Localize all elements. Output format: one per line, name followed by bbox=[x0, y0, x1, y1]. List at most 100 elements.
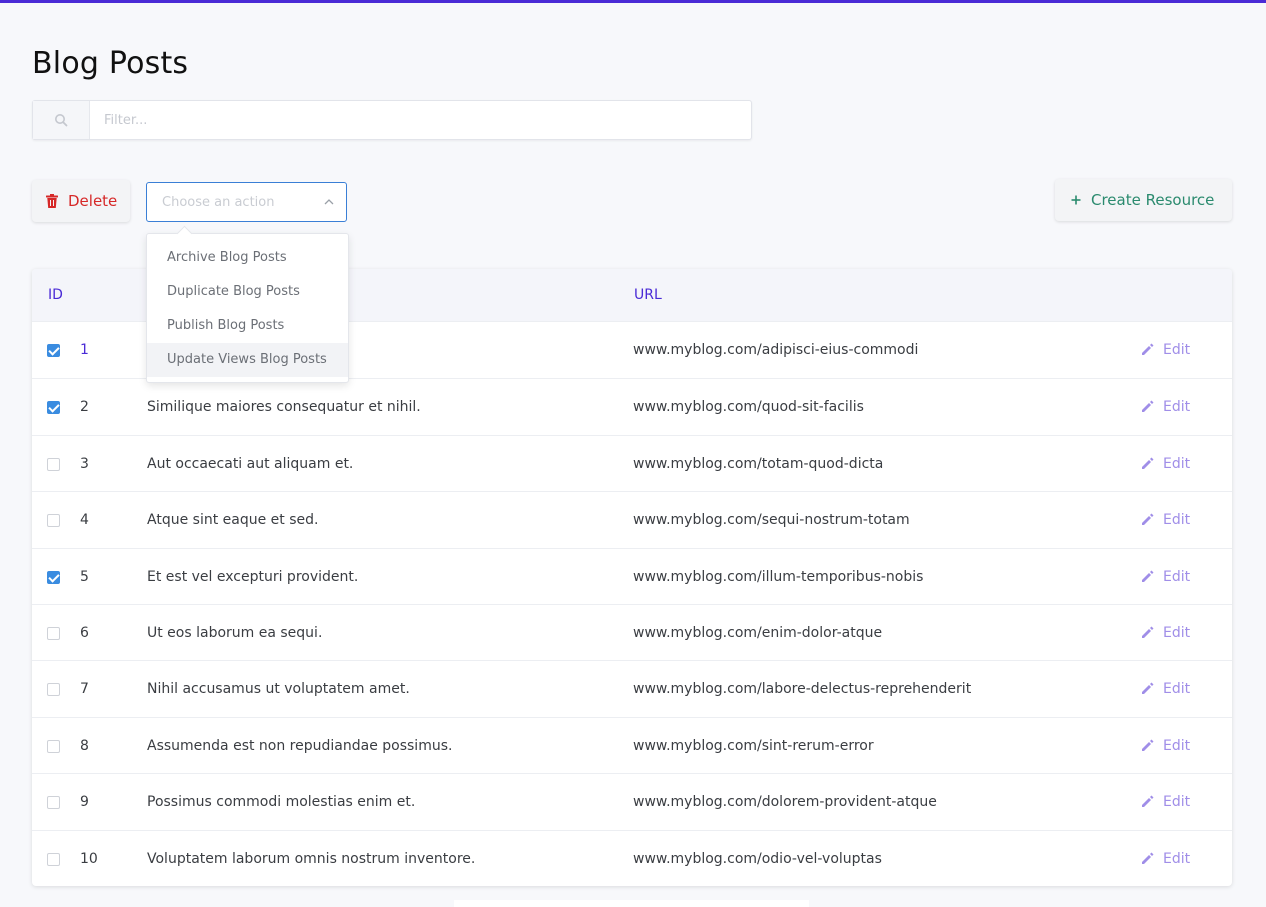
create-resource-button[interactable]: Create Resource bbox=[1055, 179, 1232, 221]
action-dropdown-menu: Archive Blog Posts Duplicate Blog Posts … bbox=[146, 233, 349, 383]
table-row: 4 Atque sint eaque et sed. www.myblog.com/… bbox=[32, 491, 1232, 547]
filter-input[interactable] bbox=[90, 101, 751, 139]
table-row: 9 Possimus commodi molestias enim et. www.… bbox=[32, 773, 1232, 829]
row-title: Aut occaecati aut aliquam et. bbox=[147, 455, 354, 472]
row-url: www.myblog.com/totam-quod-dicta bbox=[633, 455, 884, 472]
edit-label: Edit bbox=[1163, 793, 1191, 810]
table-row: 6 Ut eos laborum ea sequi. www.myblog.com/… bbox=[32, 604, 1232, 660]
filter-field[interactable] bbox=[32, 100, 752, 140]
create-resource-label: Create Resource bbox=[1091, 191, 1215, 209]
row-title: Atque sint eaque et sed. bbox=[147, 511, 319, 528]
row-checkbox[interactable] bbox=[47, 852, 60, 866]
trash-icon bbox=[46, 194, 58, 208]
edit-label: Edit bbox=[1163, 737, 1191, 754]
row-checkbox[interactable] bbox=[47, 570, 60, 584]
edit-label: Edit bbox=[1163, 624, 1191, 641]
row-id: 6 bbox=[80, 624, 89, 641]
edit-link[interactable]: Edit bbox=[1141, 399, 1190, 415]
edit-link[interactable]: Edit bbox=[1141, 456, 1190, 472]
action-select[interactable]: Choose an action bbox=[146, 182, 347, 222]
row-checkbox[interactable] bbox=[47, 682, 60, 696]
action-select-placeholder: Choose an action bbox=[162, 194, 275, 210]
row-checkbox[interactable] bbox=[47, 739, 60, 753]
row-title: Similique maiores consequatur et nihil. bbox=[147, 398, 421, 415]
row-title: Assumenda est non repudiandae possimus. bbox=[147, 737, 453, 754]
table-row: 10 Voluptatem laborum omnis nostrum inven… bbox=[32, 830, 1232, 886]
pencil-icon bbox=[1142, 795, 1154, 807]
row-checkbox[interactable] bbox=[47, 795, 60, 809]
row-id: 4 bbox=[80, 511, 89, 528]
row-id: 9 bbox=[80, 793, 89, 810]
edit-link[interactable]: Edit bbox=[1141, 569, 1190, 585]
action-option-publish[interactable]: Publish Blog Posts bbox=[147, 309, 348, 343]
pencil-icon bbox=[1142, 513, 1154, 525]
row-url: www.myblog.com/sint-rerum-error bbox=[633, 737, 874, 754]
pencil-icon bbox=[1142, 570, 1154, 582]
edit-link[interactable]: Edit bbox=[1141, 625, 1190, 641]
edit-label: Edit bbox=[1163, 398, 1191, 415]
chevron-up-icon bbox=[324, 199, 334, 205]
plus-icon bbox=[1071, 195, 1081, 205]
row-title: Ut eos laborum ea sequi. bbox=[147, 624, 323, 641]
row-checkbox[interactable] bbox=[47, 457, 60, 471]
edit-link[interactable]: Edit bbox=[1141, 794, 1190, 810]
row-title: Et est vel excepturi provident. bbox=[147, 568, 359, 585]
row-id: 1 bbox=[80, 341, 89, 358]
pencil-icon bbox=[1142, 682, 1154, 694]
edit-link[interactable]: Edit bbox=[1141, 738, 1190, 754]
row-url: www.myblog.com/enim-dolor-atque bbox=[633, 624, 883, 641]
row-checkbox[interactable] bbox=[47, 513, 60, 527]
row-url: www.myblog.com/adipisci-eius-commodi bbox=[633, 341, 919, 358]
action-option-duplicate[interactable]: Duplicate Blog Posts bbox=[147, 275, 348, 309]
pencil-icon bbox=[1142, 343, 1154, 355]
table-row: 5 Et est vel excepturi provident. www.mybl… bbox=[32, 548, 1232, 604]
row-id: 7 bbox=[80, 680, 89, 697]
row-url: www.myblog.com/odio-vel-voluptas bbox=[633, 850, 882, 867]
edit-label: Edit bbox=[1163, 680, 1191, 697]
edit-label: Edit bbox=[1163, 341, 1191, 358]
row-title: Nihil accusamus ut voluptatem amet. bbox=[147, 680, 410, 697]
row-id: 5 bbox=[80, 568, 89, 585]
row-id: 10 bbox=[80, 850, 98, 867]
row-checkbox[interactable] bbox=[47, 626, 60, 640]
row-url: www.myblog.com/illum-temporibus-nobis bbox=[633, 568, 924, 585]
edit-link[interactable]: Edit bbox=[1141, 512, 1190, 528]
pagination-strip bbox=[454, 900, 809, 907]
table-row: 8 Assumenda est non repudiandae possimus.… bbox=[32, 717, 1232, 773]
delete-button[interactable]: Delete bbox=[32, 180, 130, 222]
column-header-url[interactable]: URL bbox=[634, 287, 662, 303]
edit-label: Edit bbox=[1163, 511, 1191, 528]
row-title: Possimus commodi molestias enim et. bbox=[147, 793, 416, 810]
row-checkbox[interactable] bbox=[47, 343, 60, 357]
top-accent-bar bbox=[0, 0, 1266, 3]
filter-icon-box bbox=[33, 101, 90, 139]
row-id: 2 bbox=[80, 398, 89, 415]
row-url: www.myblog.com/labore-delectus-reprehend… bbox=[633, 680, 972, 697]
pencil-icon bbox=[1142, 626, 1154, 638]
edit-link[interactable]: Edit bbox=[1141, 681, 1190, 697]
edit-label: Edit bbox=[1163, 455, 1191, 472]
action-option-archive[interactable]: Archive Blog Posts bbox=[147, 241, 348, 275]
table-row: 3 Aut occaecati aut aliquam et. www.myblog… bbox=[32, 435, 1232, 491]
table-row: 7 Nihil accusamus ut voluptatem amet. www.… bbox=[32, 660, 1232, 716]
column-header-id[interactable]: ID bbox=[48, 287, 63, 303]
pencil-icon bbox=[1142, 852, 1154, 864]
table-row: 2 Similique maiores consequatur et nihil.… bbox=[32, 378, 1232, 434]
pencil-icon bbox=[1142, 400, 1154, 412]
page-title: Blog Posts bbox=[32, 46, 189, 81]
row-url: www.myblog.com/sequi-nostrum-totam bbox=[633, 511, 910, 528]
pencil-icon bbox=[1142, 457, 1154, 469]
pencil-icon bbox=[1142, 739, 1154, 751]
row-url: www.myblog.com/quod-sit-facilis bbox=[633, 398, 864, 415]
row-title: Voluptatem laborum omnis nostrum invento… bbox=[147, 850, 476, 867]
edit-link[interactable]: Edit bbox=[1141, 342, 1190, 358]
delete-button-label: Delete bbox=[68, 192, 118, 210]
edit-label: Edit bbox=[1163, 568, 1191, 585]
row-checkbox[interactable] bbox=[47, 400, 60, 414]
edit-link[interactable]: Edit bbox=[1141, 851, 1190, 867]
row-url: www.myblog.com/dolorem-provident-atque bbox=[633, 793, 937, 810]
row-id: 3 bbox=[80, 455, 89, 472]
search-icon bbox=[55, 114, 68, 127]
row-id: 8 bbox=[80, 737, 89, 754]
action-option-update-views[interactable]: Update Views Blog Posts bbox=[147, 343, 348, 377]
